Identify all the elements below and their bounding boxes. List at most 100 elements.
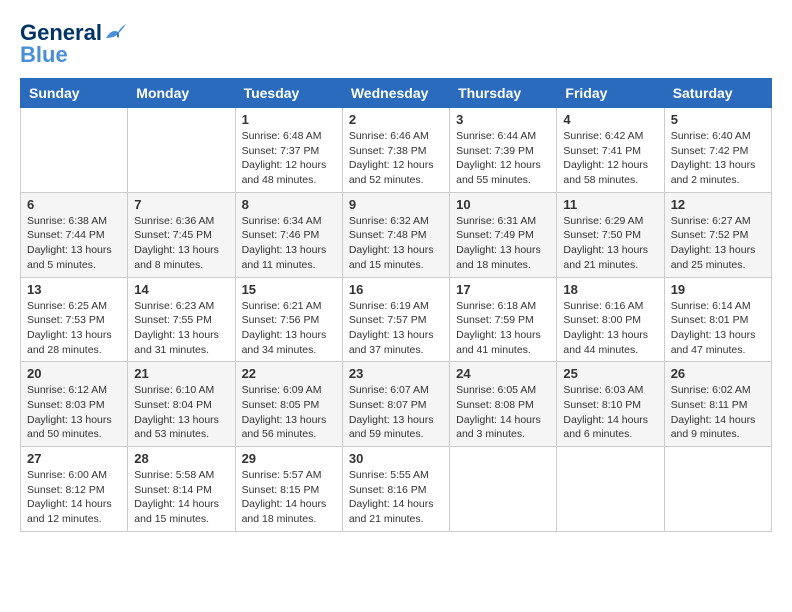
day-number: 2 [349, 112, 443, 127]
day-number: 13 [27, 282, 121, 297]
day-number: 23 [349, 366, 443, 381]
logo: General Blue [20, 20, 126, 68]
day-info: Sunrise: 6:32 AM Sunset: 7:48 PM Dayligh… [349, 214, 443, 273]
day-number: 9 [349, 197, 443, 212]
day-info: Sunrise: 6:16 AM Sunset: 8:00 PM Dayligh… [563, 299, 657, 358]
calendar-cell: 10Sunrise: 6:31 AM Sunset: 7:49 PM Dayli… [450, 192, 557, 277]
calendar-cell [128, 108, 235, 193]
calendar-cell: 6Sunrise: 6:38 AM Sunset: 7:44 PM Daylig… [21, 192, 128, 277]
day-info: Sunrise: 6:27 AM Sunset: 7:52 PM Dayligh… [671, 214, 765, 273]
day-number: 20 [27, 366, 121, 381]
calendar-cell: 30Sunrise: 5:55 AM Sunset: 8:16 PM Dayli… [342, 447, 449, 532]
calendar-cell: 29 Sunrise: 5:57 AM Sunset: 8:15 PM Dayli… [235, 447, 342, 532]
calendar-cell: 1 Sunrise: 6:48 AM Sunset: 7:37 PM Daylig… [235, 108, 342, 193]
day-number: 1 [242, 112, 336, 127]
weekday-header: Saturday [664, 79, 771, 108]
day-info: Sunrise: 6:29 AM Sunset: 7:50 PM Dayligh… [563, 214, 657, 273]
day-number: 5 [671, 112, 765, 127]
day-info: Sunrise: 6:34 AM Sunset: 7:46 PM Dayligh… [242, 214, 336, 273]
calendar-cell: 12 Sunrise: 6:27 AM Sunset: 7:52 PM Dayli… [664, 192, 771, 277]
day-info: Sunrise: 6:07 AM Sunset: 8:07 PM Dayligh… [349, 383, 443, 442]
day-number: 8 [242, 197, 336, 212]
day-number: 25 [563, 366, 657, 381]
day-number: 4 [563, 112, 657, 127]
day-number: 7 [134, 197, 228, 212]
day-number: 12 [671, 197, 765, 212]
day-number: 21 [134, 366, 228, 381]
logo-bird-icon [104, 24, 126, 42]
calendar-cell: 22 Sunrise: 6:09 AM Sunset: 8:05 PM Dayli… [235, 362, 342, 447]
day-number: 10 [456, 197, 550, 212]
day-number: 16 [349, 282, 443, 297]
day-info: Sunrise: 6:03 AM Sunset: 8:10 PM Dayligh… [563, 383, 657, 442]
day-info: Sunrise: 5:58 AM Sunset: 8:14 PM Dayligh… [134, 468, 228, 527]
calendar-cell: 26Sunrise: 6:02 AM Sunset: 8:11 PM Dayli… [664, 362, 771, 447]
calendar-cell: 20 Sunrise: 6:12 AM Sunset: 8:03 PM Dayli… [21, 362, 128, 447]
day-number: 18 [563, 282, 657, 297]
day-info: Sunrise: 5:57 AM Sunset: 8:15 PM Dayligh… [242, 468, 336, 527]
calendar-cell: 2 Sunrise: 6:46 AM Sunset: 7:38 PM Daylig… [342, 108, 449, 193]
calendar-cell: 3 Sunrise: 6:44 AM Sunset: 7:39 PM Daylig… [450, 108, 557, 193]
calendar-header-row: SundayMondayTuesdayWednesdayThursdayFrid… [21, 79, 772, 108]
day-info: Sunrise: 6:09 AM Sunset: 8:05 PM Dayligh… [242, 383, 336, 442]
day-number: 11 [563, 197, 657, 212]
day-number: 22 [242, 366, 336, 381]
day-info: Sunrise: 6:10 AM Sunset: 8:04 PM Dayligh… [134, 383, 228, 442]
calendar-cell: 18 Sunrise: 6:16 AM Sunset: 8:00 PM Dayli… [557, 277, 664, 362]
day-info: Sunrise: 6:36 AM Sunset: 7:45 PM Dayligh… [134, 214, 228, 273]
calendar-cell: 11 Sunrise: 6:29 AM Sunset: 7:50 PM Dayli… [557, 192, 664, 277]
day-info: Sunrise: 6:46 AM Sunset: 7:38 PM Dayligh… [349, 129, 443, 188]
weekday-header: Sunday [21, 79, 128, 108]
calendar-cell: 5 Sunrise: 6:40 AM Sunset: 7:42 PM Daylig… [664, 108, 771, 193]
day-info: Sunrise: 6:12 AM Sunset: 8:03 PM Dayligh… [27, 383, 121, 442]
calendar-cell: 25 Sunrise: 6:03 AM Sunset: 8:10 PM Dayli… [557, 362, 664, 447]
calendar-cell: 4 Sunrise: 6:42 AM Sunset: 7:41 PM Daylig… [557, 108, 664, 193]
weekday-header: Thursday [450, 79, 557, 108]
calendar-cell [664, 447, 771, 532]
day-info: Sunrise: 6:21 AM Sunset: 7:56 PM Dayligh… [242, 299, 336, 358]
day-info: Sunrise: 6:40 AM Sunset: 7:42 PM Dayligh… [671, 129, 765, 188]
weekday-header: Wednesday [342, 79, 449, 108]
day-info: Sunrise: 5:55 AM Sunset: 8:16 PM Dayligh… [349, 468, 443, 527]
logo-blue: Blue [20, 42, 68, 68]
day-info: Sunrise: 6:18 AM Sunset: 7:59 PM Dayligh… [456, 299, 550, 358]
day-number: 29 [242, 451, 336, 466]
day-info: Sunrise: 6:19 AM Sunset: 7:57 PM Dayligh… [349, 299, 443, 358]
day-number: 3 [456, 112, 550, 127]
day-info: Sunrise: 6:00 AM Sunset: 8:12 PM Dayligh… [27, 468, 121, 527]
weekday-header: Monday [128, 79, 235, 108]
day-info: Sunrise: 6:48 AM Sunset: 7:37 PM Dayligh… [242, 129, 336, 188]
calendar-cell: 21 Sunrise: 6:10 AM Sunset: 8:04 PM Dayli… [128, 362, 235, 447]
day-number: 27 [27, 451, 121, 466]
calendar-cell: 8 Sunrise: 6:34 AM Sunset: 7:46 PM Daylig… [235, 192, 342, 277]
day-number: 6 [27, 197, 121, 212]
calendar-cell: 19 Sunrise: 6:14 AM Sunset: 8:01 PM Dayli… [664, 277, 771, 362]
day-info: Sunrise: 6:42 AM Sunset: 7:41 PM Dayligh… [563, 129, 657, 188]
calendar-table: SundayMondayTuesdayWednesdayThursdayFrid… [20, 78, 772, 532]
day-number: 14 [134, 282, 228, 297]
page-header: General Blue [20, 20, 772, 68]
day-info: Sunrise: 6:23 AM Sunset: 7:55 PM Dayligh… [134, 299, 228, 358]
calendar-cell [450, 447, 557, 532]
calendar-cell: 23 Sunrise: 6:07 AM Sunset: 8:07 PM Dayli… [342, 362, 449, 447]
calendar-cell: 14 Sunrise: 6:23 AM Sunset: 7:55 PM Dayli… [128, 277, 235, 362]
day-number: 28 [134, 451, 228, 466]
calendar-cell: 17 Sunrise: 6:18 AM Sunset: 7:59 PM Dayli… [450, 277, 557, 362]
calendar-cell: 15 Sunrise: 6:21 AM Sunset: 7:56 PM Dayli… [235, 277, 342, 362]
calendar-cell [21, 108, 128, 193]
calendar-cell: 9 Sunrise: 6:32 AM Sunset: 7:48 PM Daylig… [342, 192, 449, 277]
day-info: Sunrise: 6:14 AM Sunset: 8:01 PM Dayligh… [671, 299, 765, 358]
day-info: Sunrise: 6:02 AM Sunset: 8:11 PM Dayligh… [671, 383, 765, 442]
calendar-cell: 16 Sunrise: 6:19 AM Sunset: 7:57 PM Dayli… [342, 277, 449, 362]
day-number: 17 [456, 282, 550, 297]
calendar-cell: 24 Sunrise: 6:05 AM Sunset: 8:08 PM Dayli… [450, 362, 557, 447]
day-info: Sunrise: 6:44 AM Sunset: 7:39 PM Dayligh… [456, 129, 550, 188]
day-info: Sunrise: 6:05 AM Sunset: 8:08 PM Dayligh… [456, 383, 550, 442]
day-number: 19 [671, 282, 765, 297]
weekday-header: Tuesday [235, 79, 342, 108]
calendar-cell [557, 447, 664, 532]
calendar-cell: 28 Sunrise: 5:58 AM Sunset: 8:14 PM Dayli… [128, 447, 235, 532]
day-number: 24 [456, 366, 550, 381]
calendar-cell: 27 Sunrise: 6:00 AM Sunset: 8:12 PM Dayli… [21, 447, 128, 532]
day-number: 15 [242, 282, 336, 297]
